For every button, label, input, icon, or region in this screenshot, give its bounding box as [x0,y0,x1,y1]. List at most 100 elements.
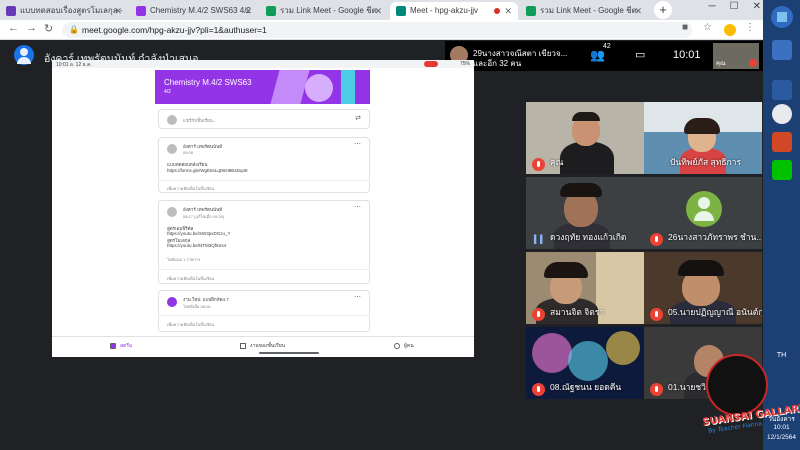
tab-title: รวม Link Meet - Google ชีต [280,6,377,15]
screen-record-icon [424,61,438,67]
sheets-icon [266,6,276,16]
meeting-clock: 10:01 [673,49,701,61]
url-text: meet.google.com/hpg-akzu-jjv?pli=1&authu… [82,25,267,35]
explorer-icon[interactable] [772,40,792,60]
people-icon[interactable]: 👥 [590,48,605,62]
reload-icon[interactable]: ↻ [44,22,53,35]
participant-name: 08.ณัฐชนน ยอดคีน [550,382,622,392]
more-icon[interactable]: ⋯ [354,203,361,211]
tab-title: รวม Link Meet - Google ชีต [540,6,637,15]
self-view[interactable]: คุณ [713,43,759,69]
add-comment[interactable]: เพิ่มความคิดเห็นในชั้นเรียน [167,185,214,192]
add-comment[interactable]: เพิ่มความคิดเห็นในชั้นเรียน [167,275,214,282]
tab-classroom[interactable]: Chemistry M.4/2 SWS63 4/2 ✕ [130,2,258,20]
post-author: อังคาร์ เทพรัตนนันท์ [183,207,223,212]
recording-icon [494,8,500,14]
add-comment[interactable]: เพิ่มความคิดเห็นในชั้นเรียน [167,321,214,328]
tab-stream[interactable]: สตรีม [110,342,132,350]
maximize-button[interactable]: ☐ [730,1,739,12]
mic-off-icon [650,233,663,246]
back-arrow-icon[interactable]: ← [8,22,19,34]
avatar [167,144,177,154]
minimize-button[interactable]: ─ [709,1,716,12]
presenter-avatar [14,45,34,65]
participant-name: ปันทิพย์ภัส สุทธิการ [670,157,742,167]
sheets-icon [526,6,536,16]
post-author: อังคาร์ เทพรัตนนันท์ [183,144,223,149]
participant-tile[interactable]: ปันทิพย์ภัส สุทธิการ [644,102,762,174]
camera-icon[interactable]: ■ [682,22,688,33]
new-tab-button[interactable]: + [654,1,672,19]
close-icon[interactable]: ✕ [114,2,122,20]
people-icon [394,342,400,349]
post-link[interactable]: https://forms.gle/WgE6sLqD6H8B4Dq48 [167,168,248,173]
status-time: 10:01 อ. 12 ธ.ค. [56,62,92,68]
powerpoint-icon[interactable] [772,132,792,152]
classwork-icon [240,342,246,349]
post-text: แบบทดสอบหลังเรียน [167,162,208,167]
tab-quiz[interactable]: แบบทดสอบเรื่องสูตรโมเลกุล - ✕ [0,2,128,20]
meet-top-bar: 29นางสาวจณีสตา เขียวจ... และอีก 32 คน 👥 … [445,41,763,71]
start-button[interactable] [771,6,793,28]
menu-icon[interactable]: ⋮ [745,22,755,33]
video-hair [572,112,600,121]
star-icon[interactable]: ☆ [703,22,712,33]
participant-name: คุณ [550,157,564,167]
stream-post: อังคาร์ เทพรัตนนันท์ 09:08 ⋯ แบบทดสอบหลั… [158,137,370,193]
video-hair [684,118,720,134]
forward-arrow-icon[interactable]: → [26,22,37,34]
stream-post: อังคาร์ เทพรัตนนันท์ 08:17 (แก้ไขเมื่อ 0… [158,200,370,284]
video-body [560,142,614,174]
chat-icon[interactable]: ▭ [635,48,645,61]
close-icon[interactable]: ✕ [634,2,642,20]
close-icon[interactable]: ✕ [504,2,512,20]
mic-off-icon [532,158,545,171]
tab-people[interactable]: ผู้คน [394,342,414,350]
url-input[interactable]: 🔒 meet.google.com/hpg-akzu-jjv?pli=1&aut… [62,22,692,38]
self-label: คุณ [716,61,726,67]
post-link[interactable]: https://youtu.be/NTM3Qf5Ss4 [167,243,226,248]
media-player-icon[interactable] [772,80,792,100]
close-icon[interactable]: ✕ [244,2,252,20]
post-time: 09:08 [183,150,194,155]
post-author: งาน ใหม่: แบบฝึกหัด4.7 [183,297,229,302]
notification-subtext: และอีก 32 คน [473,59,522,68]
people-count: 42 [603,43,611,50]
participant-tile[interactable]: คุณ [526,102,644,174]
participant-tile[interactable]: 05.นายปฏิญญาณี อนันต์กุล [644,252,762,324]
video-hair [544,262,588,278]
participant-tile[interactable]: 08.ณัฐชนน ยอดคีน [526,327,644,399]
more-icon[interactable]: ⋯ [354,140,361,148]
class-section: 4/2 [164,89,171,95]
tab-meet[interactable]: Meet - hpg-akzu-jjv ✕ [390,2,518,20]
attachment-label[interactable]: ไฟล์แนบ 1 รายการ [167,256,200,263]
share-prompt-card[interactable]: แชร์กับชั้นเรียน... ⇄ [158,109,370,129]
line-icon[interactable] [772,160,792,180]
participant-tile[interactable]: ▍▍ ดวงฤทัย ทองแก้วเกิด [526,177,644,249]
close-window-button[interactable]: ✕ [753,1,761,12]
tab-label: ผู้คน [404,343,414,349]
participant-tile[interactable]: สมานจิต จิตรา [526,252,644,324]
watermark-logo: SUANSAI GALLARY By Teacher Hanna [698,350,800,440]
extension-icon[interactable] [724,24,736,36]
firework-burst [568,341,608,381]
participant-name: สมานจิต จิตรา [550,307,605,317]
close-icon[interactable]: ✕ [374,2,382,20]
tab-classwork[interactable]: งานของชั้นเรียน [240,342,285,350]
repost-icon[interactable]: ⇄ [355,114,361,122]
assignment-post[interactable]: งาน ใหม่: แบบฝึกหัด4.7 โพสต์เมื่อ 08:16 … [158,290,370,332]
post-link[interactable]: https://youtu.be/SW3pxDGzu_Y [167,231,231,236]
post-time: โพสต์เมื่อ 08:16 [183,304,211,309]
forms-icon [6,6,16,16]
tab-sheets-2[interactable]: รวม Link Meet - Google ชีต ✕ [520,2,648,20]
phone-status-bar: 10:01 อ. 12 ธ.ค. 75% [52,60,474,68]
test-tube-icon [341,70,355,104]
mic-off-icon [650,308,663,321]
tab-strip: แบบทดสอบเรื่องสูตรโมเลกุล - ✕ Chemistry … [0,0,763,20]
assignment-icon [167,297,177,307]
tab-sheets[interactable]: รวม Link Meet - Google ชีต ✕ [260,2,388,20]
participant-tile[interactable]: 26นางสาวภัทราพร ชำน... [644,177,762,249]
class-title: Chemistry M.4/2 SWS63 [164,78,252,87]
chrome-icon[interactable] [772,104,792,124]
more-icon[interactable]: ⋯ [354,293,361,301]
